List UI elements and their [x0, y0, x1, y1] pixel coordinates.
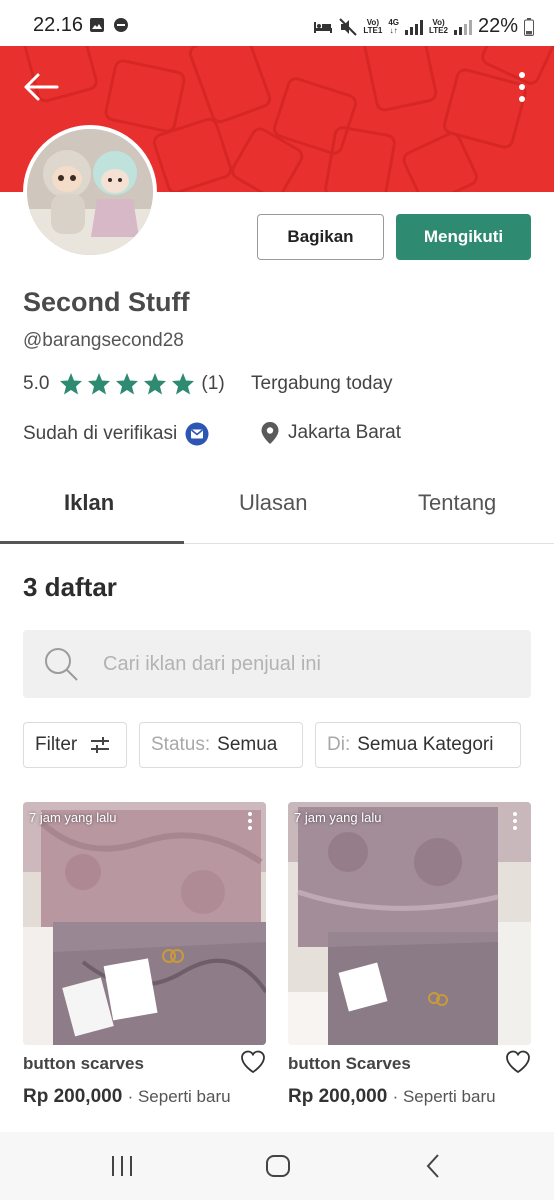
tab-ulasan[interactable]: Ulasan	[239, 490, 307, 516]
rating-value: 5.0	[23, 372, 50, 394]
status-filter[interactable]: Status: Semua	[139, 722, 303, 768]
follow-button[interactable]: Mengikuti	[396, 214, 531, 260]
active-tab-indicator	[0, 541, 184, 544]
search-input[interactable]	[103, 652, 483, 676]
home-icon[interactable]	[264, 1152, 292, 1180]
location-pin-icon	[261, 422, 279, 444]
filter-label: Filter	[35, 734, 78, 755]
listing-image[interactable]: 7 jam yang lalu	[288, 802, 531, 1045]
listing-price-row: Rp 200,000 · Seperti baru	[23, 1086, 231, 1108]
star-icon	[116, 373, 139, 395]
search-box[interactable]	[23, 630, 531, 698]
listing-card[interactable]: 7 jam yang lalu button scarves Rp 200,00…	[23, 802, 266, 1107]
listing-card[interactable]: 7 jam yang lalu button Scarves Rp 200,00…	[288, 802, 531, 1107]
star-icon	[60, 373, 83, 395]
tab-tentang[interactable]: Tentang	[418, 490, 496, 516]
listing-image[interactable]: 7 jam yang lalu	[23, 802, 266, 1045]
seller-avatar	[23, 125, 157, 259]
sim1-indicator: Vo) LTE1	[363, 17, 383, 35]
mute-icon	[339, 17, 358, 36]
joined-date: Tergabung today	[251, 373, 393, 394]
status-filter-value: Semua	[217, 734, 278, 755]
do-not-disturb-icon	[114, 18, 128, 32]
email-verified-icon[interactable]	[185, 422, 209, 446]
rating-row: 5.0 (1)	[23, 372, 225, 395]
seller-location: Jakarta Barat	[260, 421, 401, 445]
system-nav-bar	[0, 1132, 554, 1200]
tab-iklan[interactable]: Iklan	[64, 490, 114, 516]
listing-price-row: Rp 200,000 · Seperti baru	[288, 1086, 496, 1108]
more-vertical-icon[interactable]	[516, 70, 528, 104]
category-filter[interactable]: Di: Semua Kategori	[315, 722, 521, 768]
listing-time: 7 jam yang lalu	[29, 810, 117, 825]
sim2-indicator: Vo) LTE2	[429, 17, 448, 35]
listing-condition: · Seperti baru	[127, 1087, 231, 1106]
recent-apps-icon[interactable]	[110, 1152, 134, 1180]
sliders-icon	[91, 737, 110, 753]
listing-count: 3 daftar	[23, 572, 117, 602]
verified-status: Sudah di verifikasi	[23, 422, 209, 446]
seller-handle: @barangsecond28	[23, 330, 184, 351]
signal-icon-2	[453, 19, 472, 35]
star-icon	[172, 373, 195, 395]
listing-time: 7 jam yang lalu	[294, 810, 382, 825]
gallery-icon	[90, 18, 104, 32]
share-button[interactable]: Bagikan	[257, 214, 384, 260]
category-filter-value: Semua Kategori	[357, 734, 494, 755]
category-filter-prefix: Di:	[327, 734, 351, 755]
seller-name: Second Stuff	[23, 287, 190, 317]
more-vertical-icon[interactable]	[246, 811, 254, 831]
rating-count[interactable]: (1)	[201, 373, 224, 395]
battery-icon	[524, 17, 534, 36]
listing-condition: · Seperti baru	[392, 1087, 496, 1106]
listing-price: Rp 200,000	[288, 1086, 388, 1107]
star-icon	[144, 373, 167, 395]
network-4g-indicator: 4G ↓↑	[388, 17, 399, 35]
heart-icon[interactable]	[240, 1049, 266, 1075]
nav-back-icon[interactable]	[423, 1152, 443, 1180]
back-arrow-icon[interactable]	[22, 72, 60, 102]
listing-price: Rp 200,000	[23, 1086, 123, 1107]
bed-icon	[314, 21, 333, 33]
filter-button[interactable]: Filter	[23, 722, 127, 768]
more-vertical-icon[interactable]	[511, 811, 519, 831]
listing-title[interactable]: button scarves	[23, 1054, 144, 1074]
location-label: Jakarta Barat	[288, 422, 401, 443]
status-bar: 22.16 Vo) LTE1 4G ↓↑ Vo) LTE2 22%	[0, 0, 554, 46]
rating-stars	[59, 372, 195, 395]
heart-icon[interactable]	[505, 1049, 531, 1075]
verified-label: Sudah di verifikasi	[23, 423, 178, 444]
battery-percent: 22%	[477, 15, 518, 37]
signal-icon	[405, 19, 423, 35]
star-icon	[88, 373, 111, 395]
profile-tabs: Iklan Ulasan Tentang	[0, 474, 554, 544]
listing-title[interactable]: button Scarves	[288, 1054, 411, 1074]
status-filter-prefix: Status:	[151, 734, 211, 755]
status-time: 22.16	[33, 14, 84, 36]
search-icon	[45, 648, 78, 681]
